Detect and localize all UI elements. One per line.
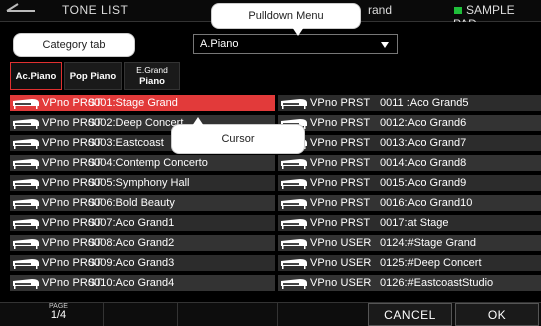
tone-row[interactable]: VPno PRST 0004:Contemp Concerto	[10, 155, 275, 173]
back-arrow-icon[interactable]	[4, 2, 38, 20]
cancel-button[interactable]: CANCEL	[368, 303, 452, 326]
grand-piano-icon	[280, 258, 308, 269]
current-tone-name: rand	[368, 3, 393, 17]
grand-piano-icon	[12, 178, 40, 189]
grand-piano-icon	[280, 198, 308, 209]
tone-category: VPno USER	[310, 277, 372, 289]
tone-row[interactable]: VPno PRST 0001:Stage Grand	[10, 95, 275, 113]
grand-piano-icon	[12, 98, 40, 109]
tone-number-name: 0014:Aco Grand8	[380, 157, 467, 169]
footer-empty-cell	[178, 302, 278, 326]
grand-piano-icon	[12, 198, 40, 209]
tone-category: VPno PRST	[310, 157, 371, 169]
tone-category: VPno PRST	[310, 137, 371, 149]
page-value: 1/4	[50, 309, 67, 321]
tab-label-line1: E.Grand	[136, 65, 168, 75]
tone-number-name: 0017:at Stage	[380, 217, 449, 229]
tone-category: VPno PRST	[310, 217, 371, 229]
tone-number-name: 0002:Deep Concert	[88, 117, 184, 129]
tone-category: VPno PRST	[310, 97, 371, 109]
tone-number-name: 0009:Aco Grand3	[88, 257, 175, 269]
tab-label-line2: Piano	[139, 76, 165, 87]
category-dropdown[interactable]: A.Piano	[193, 34, 398, 54]
category-dropdown-value: A.Piano	[200, 38, 239, 50]
page-title: TONE LIST	[62, 3, 129, 17]
tone-number-name: 0001:Stage Grand	[88, 97, 178, 109]
dropdown-arrow-icon	[381, 42, 389, 48]
grand-piano-icon	[12, 118, 40, 129]
category-tabs: Ac.Piano Pop Piano E.Grand Piano	[10, 62, 180, 90]
tone-number-name: 0124:#Stage Grand	[380, 237, 477, 249]
tab-e-grand-piano[interactable]: E.Grand Piano	[124, 62, 180, 90]
tone-category: VPno PRST	[310, 197, 371, 209]
tab-label: Ac.Piano	[15, 70, 57, 82]
tone-category: VPno USER	[310, 237, 372, 249]
tone-category: VPno PRST	[310, 177, 371, 189]
tone-row[interactable]: VPno PRST 0006:Bold Beauty	[10, 195, 275, 213]
footer-empty-cell	[104, 302, 178, 326]
grand-piano-icon	[12, 278, 40, 289]
tone-row[interactable]: VPno PRST 0014:Aco Grand8	[278, 155, 541, 173]
tone-row[interactable]: VPno PRST 0015:Aco Grand9	[278, 175, 541, 193]
tone-number-name: 0015:Aco Grand9	[380, 177, 467, 189]
grand-piano-icon	[280, 178, 308, 189]
tab-pop-piano[interactable]: Pop Piano	[64, 62, 122, 90]
tone-number-name: 0011 :Aco Grand5	[380, 97, 469, 109]
pulldown-menu-callout: Pulldown Menu	[212, 4, 360, 36]
tone-number-name: 0010:Aco Grand4	[88, 277, 175, 289]
tone-row[interactable]: VPno USER 0124:#Stage Grand	[278, 235, 541, 253]
tone-row[interactable]: VPno PRST 0009:Aco Grand3	[10, 255, 275, 273]
tone-number-name: 0007:Aco Grand1	[88, 217, 175, 229]
tone-row[interactable]: VPno PRST 0013:Aco Grand7	[278, 135, 541, 153]
tone-category: VPno USER	[310, 257, 372, 269]
tone-number-name: 0006:Bold Beauty	[88, 197, 175, 209]
tone-number-name: 0012:Aco Grand6	[380, 117, 467, 129]
grand-piano-icon	[12, 258, 40, 269]
tone-list-right-column: VPno PRST 0011 :Aco Grand5 VPno PRST 0012:A…	[278, 94, 541, 300]
ok-button[interactable]: OK	[455, 303, 539, 326]
grand-piano-icon	[12, 158, 40, 169]
grand-piano-icon	[280, 218, 308, 229]
tone-row[interactable]: VPno PRST 0005:Symphony Hall	[10, 175, 275, 193]
page-indicator: PAGE 1/4	[14, 302, 104, 326]
tab-ac-piano[interactable]: Ac.Piano	[10, 62, 62, 90]
tone-number-name: 0126:#EastcoastStudio	[380, 277, 494, 289]
sample-pad-grid-icon	[453, 6, 463, 15]
tone-number-name: 0125:#Deep Concert	[380, 257, 482, 269]
category-tab-callout: Category tab	[14, 34, 134, 56]
tone-number-name: 0016:Aco Grand10	[380, 197, 473, 209]
grand-piano-icon	[12, 238, 40, 249]
grand-piano-icon	[280, 158, 308, 169]
grand-piano-icon	[280, 98, 308, 109]
tone-number-name: 0004:Contemp Concerto	[88, 157, 208, 169]
tone-row[interactable]: VPno USER 0126:#EastcoastStudio	[278, 275, 541, 293]
tone-category: VPno PRST	[310, 117, 371, 129]
tone-row[interactable]: VPno PRST 0008:Aco Grand2	[10, 235, 275, 253]
tone-row[interactable]: VPno PRST 0007:Aco Grand1	[10, 215, 275, 233]
tone-row[interactable]: VPno PRST 0010:Aco Grand4	[10, 275, 275, 293]
tab-label: Pop Piano	[69, 70, 117, 82]
grand-piano-icon	[12, 218, 40, 229]
tone-row[interactable]: VPno PRST 0017:at Stage	[278, 215, 541, 233]
tone-number-name: 0005:Symphony Hall	[88, 177, 190, 189]
grand-piano-icon	[280, 238, 308, 249]
tone-number-name: 0008:Aco Grand2	[88, 237, 175, 249]
tone-row[interactable]: VPno PRST 0012:Aco Grand6	[278, 115, 541, 133]
tone-number-name: 0013:Aco Grand7	[380, 137, 467, 149]
tone-row[interactable]: VPno PRST 0016:Aco Grand10	[278, 195, 541, 213]
tone-row[interactable]: VPno PRST 0011 :Aco Grand5	[278, 95, 541, 113]
tone-row[interactable]: VPno USER 0125:#Deep Concert	[278, 255, 541, 273]
grand-piano-icon	[280, 278, 308, 289]
cursor-callout: Cursor	[172, 117, 304, 153]
grand-piano-icon	[12, 138, 40, 149]
tone-number-name: 0003:Eastcoast	[88, 137, 164, 149]
